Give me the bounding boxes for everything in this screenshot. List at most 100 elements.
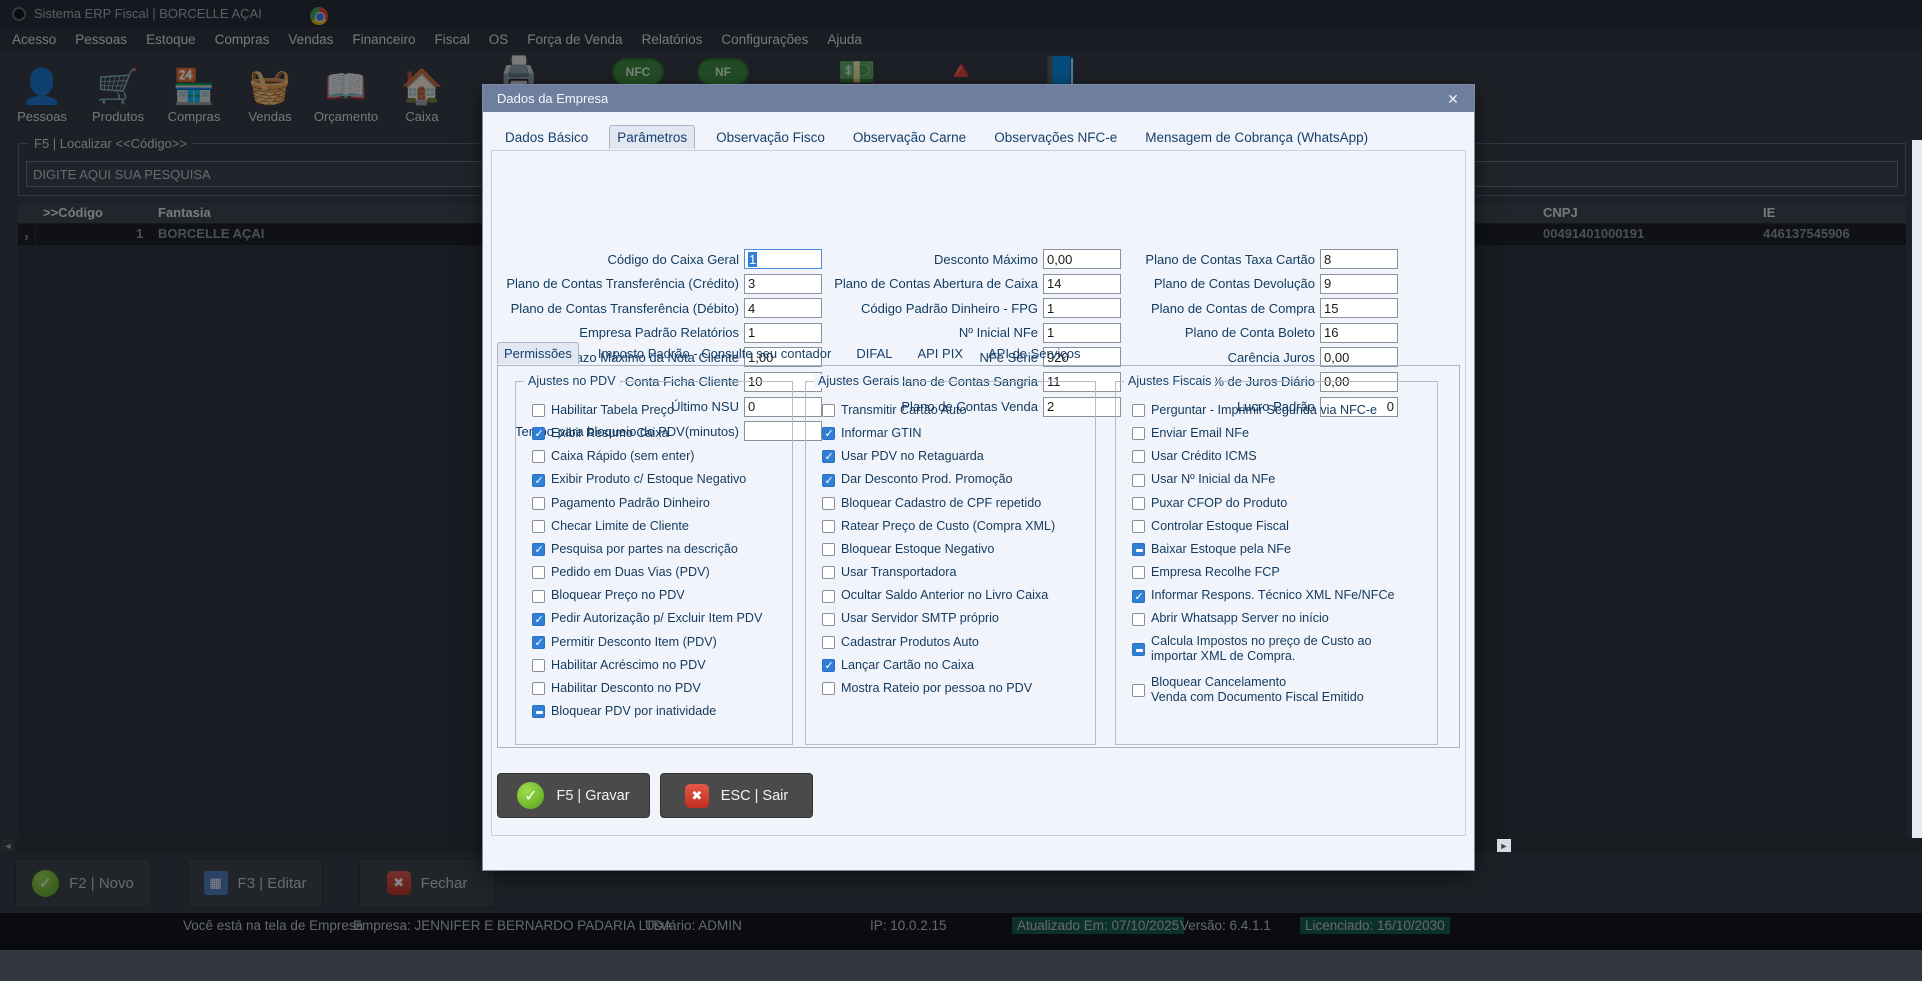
close-icon[interactable]: ✕ — [1444, 90, 1462, 108]
checkbox-unchecked-icon[interactable] — [532, 659, 545, 672]
checkbox-unchecked-icon[interactable] — [532, 682, 545, 695]
checkbox-unchecked-icon[interactable] — [822, 590, 835, 603]
checkbox-checked-icon[interactable] — [822, 659, 835, 672]
checkbox-row[interactable]: Usar Transportadora — [822, 564, 1089, 581]
tab-observa-es-nfc-e[interactable]: Observações NFC-e — [987, 126, 1124, 149]
checkbox-unchecked-icon[interactable] — [1132, 404, 1145, 417]
checkbox-unchecked-icon[interactable] — [532, 404, 545, 417]
subtab-api-pix[interactable]: API PIX — [911, 343, 969, 364]
checkbox-row[interactable]: Usar Nº Inicial da NFe — [1132, 472, 1431, 489]
checkbox-unchecked-icon[interactable] — [1132, 613, 1145, 626]
checkbox-checked-icon[interactable] — [532, 543, 545, 556]
checkbox-row[interactable]: Ocultar Saldo Anterior no Livro Caixa — [822, 588, 1089, 605]
checkbox-row[interactable]: Pesquisa por partes na descrição — [532, 541, 786, 558]
tab-par-metros[interactable]: Parâmetros — [609, 125, 695, 149]
checkbox-mixed-icon[interactable] — [532, 705, 545, 718]
checkbox-row[interactable]: Bloquear Cancelamento Venda com Document… — [1132, 675, 1431, 706]
checkbox-row[interactable]: Bloquear Estoque Negativo — [822, 541, 1089, 558]
checkbox-list: Transmitir Cartão Auto Informar GTIN Usar … — [806, 382, 1095, 697]
checkbox-row[interactable]: Permitir Desconto Item (PDV) — [532, 634, 786, 651]
field-input[interactable]: 9 — [1320, 274, 1398, 294]
checkbox-row[interactable]: Habilitar Tabela Preço — [532, 402, 786, 419]
subtab-api-de-servi-os[interactable]: API de Serviços — [982, 343, 1087, 364]
field-input[interactable]: 15 — [1320, 298, 1398, 318]
checkbox-row[interactable]: Pagamento Padrão Dinheiro — [532, 495, 786, 512]
checkbox-unchecked-icon[interactable] — [532, 497, 545, 510]
checkbox-row[interactable]: Usar PDV no Retaguarda — [822, 448, 1089, 465]
checkbox-unchecked-icon[interactable] — [822, 613, 835, 626]
checkbox-row[interactable]: Empresa Recolhe FCP — [1132, 564, 1431, 581]
checkbox-checked-icon[interactable] — [822, 427, 835, 440]
checkbox-row[interactable]: Transmitir Cartão Auto — [822, 402, 1089, 419]
checkbox-checked-icon[interactable] — [822, 450, 835, 463]
checkbox-checked-icon[interactable] — [532, 613, 545, 626]
scroll-right-icon[interactable]: ► — [1497, 839, 1511, 852]
checkbox-row[interactable]: Enviar Email NFe — [1132, 425, 1431, 442]
checkbox-row[interactable]: Baixar Estoque pela NFe — [1132, 541, 1431, 558]
checkbox-unchecked-icon[interactable] — [1132, 684, 1145, 697]
checkbox-unchecked-icon[interactable] — [822, 636, 835, 649]
checkbox-row[interactable]: Cadastrar Produtos Auto — [822, 634, 1089, 651]
checkbox-row[interactable]: Pedir Autorização p/ Excluir Item PDV — [532, 611, 786, 628]
subtab-imposto-padr-o-consulte-seu-contador[interactable]: Imposto Padrão - Consulte seu contador — [592, 343, 837, 364]
subtab-permiss-es[interactable]: Permissões — [497, 342, 579, 364]
checkbox-row[interactable]: Puxar CFOP do Produto — [1132, 495, 1431, 512]
checkbox-row[interactable]: Habilitar Desconto no PDV — [532, 680, 786, 697]
checkbox-unchecked-icon[interactable] — [532, 590, 545, 603]
field-input[interactable]: 8 — [1320, 249, 1398, 269]
checkbox-row[interactable]: Bloquear PDV por inatividade — [532, 703, 786, 720]
dialog-button-esc-sair[interactable]: ✖ESC | Sair — [660, 773, 813, 818]
checkbox-row[interactable]: Ratear Preço de Custo (Compra XML) — [822, 518, 1089, 535]
checkbox-row[interactable]: Exibir Produto c/ Estoque Negativo — [532, 472, 786, 489]
checkbox-row[interactable]: Exibir Resumo Caixa — [532, 425, 786, 442]
checkbox-row[interactable]: Informar GTIN — [822, 425, 1089, 442]
checkbox-unchecked-icon[interactable] — [822, 497, 835, 510]
checkbox-row[interactable]: Checar Limite de Cliente — [532, 518, 786, 535]
checkbox-row[interactable]: Pedido em Duas Vias (PDV) — [532, 564, 786, 581]
checkbox-mixed-icon[interactable] — [1132, 543, 1145, 556]
checkbox-unchecked-icon[interactable] — [1132, 520, 1145, 533]
checkbox-unchecked-icon[interactable] — [1132, 474, 1145, 487]
checkbox-unchecked-icon[interactable] — [532, 520, 545, 533]
checkbox-row[interactable]: Bloquear Cadastro de CPF repetido — [822, 495, 1089, 512]
checkbox-unchecked-icon[interactable] — [1132, 566, 1145, 579]
checkbox-unchecked-icon[interactable] — [1132, 450, 1145, 463]
tab-observa-o-fisco[interactable]: Observação Fisco — [709, 126, 832, 149]
checkbox-checked-icon[interactable] — [532, 474, 545, 487]
vertical-scrollbar[interactable] — [1912, 140, 1922, 838]
checkbox-unchecked-icon[interactable] — [1132, 427, 1145, 440]
checkbox-row[interactable]: Caixa Rápido (sem enter) — [532, 448, 786, 465]
checkbox-row[interactable]: Bloquear Preço no PDV — [532, 588, 786, 605]
tab-observa-o-carne[interactable]: Observação Carne — [846, 126, 973, 149]
checkbox-row[interactable]: Controlar Estoque Fiscal — [1132, 518, 1431, 535]
checkbox-row[interactable]: Perguntar - Imprimir Segunda via NFC-e — [1132, 402, 1431, 419]
checkbox-label: Puxar CFOP do Produto — [1151, 496, 1287, 512]
field-input[interactable]: 16 — [1320, 323, 1398, 343]
checkbox-unchecked-icon[interactable] — [532, 450, 545, 463]
checkbox-checked-icon[interactable] — [822, 474, 835, 487]
tab-dados-b-sico[interactable]: Dados Básico — [498, 126, 595, 149]
checkbox-row[interactable]: Habilitar Acréscimo no PDV — [532, 657, 786, 674]
checkbox-unchecked-icon[interactable] — [822, 404, 835, 417]
checkbox-row[interactable]: Dar Desconto Prod. Promoção — [822, 472, 1089, 489]
checkbox-unchecked-icon[interactable] — [822, 543, 835, 556]
checkbox-row[interactable]: Abrir Whatsapp Server no início — [1132, 611, 1431, 628]
checkbox-unchecked-icon[interactable] — [822, 520, 835, 533]
checkbox-row[interactable]: Informar Respons. Técnico XML NFe/NFCe — [1132, 588, 1431, 605]
checkbox-checked-icon[interactable] — [532, 427, 545, 440]
checkbox-row[interactable]: Calcula Impostos no preço de Custo ao im… — [1132, 634, 1431, 665]
checkbox-row[interactable]: Usar Servidor SMTP próprio — [822, 611, 1089, 628]
checkbox-checked-icon[interactable] — [532, 636, 545, 649]
checkbox-unchecked-icon[interactable] — [822, 682, 835, 695]
dialog-button-f5-gravar[interactable]: ✓F5 | Gravar — [497, 773, 650, 818]
checkbox-mixed-icon[interactable] — [1132, 643, 1145, 656]
tab-mensagem-de-cobran-a-whatsapp-[interactable]: Mensagem de Cobrança (WhatsApp) — [1138, 126, 1375, 149]
checkbox-row[interactable]: Lançar Cartão no Caixa — [822, 657, 1089, 674]
checkbox-row[interactable]: Mostra Rateio por pessoa no PDV — [822, 680, 1089, 697]
checkbox-unchecked-icon[interactable] — [822, 566, 835, 579]
checkbox-checked-icon[interactable] — [1132, 590, 1145, 603]
checkbox-unchecked-icon[interactable] — [1132, 497, 1145, 510]
checkbox-unchecked-icon[interactable] — [532, 566, 545, 579]
subtab-difal[interactable]: DIFAL — [850, 343, 898, 364]
checkbox-row[interactable]: Usar Crédito ICMS — [1132, 448, 1431, 465]
